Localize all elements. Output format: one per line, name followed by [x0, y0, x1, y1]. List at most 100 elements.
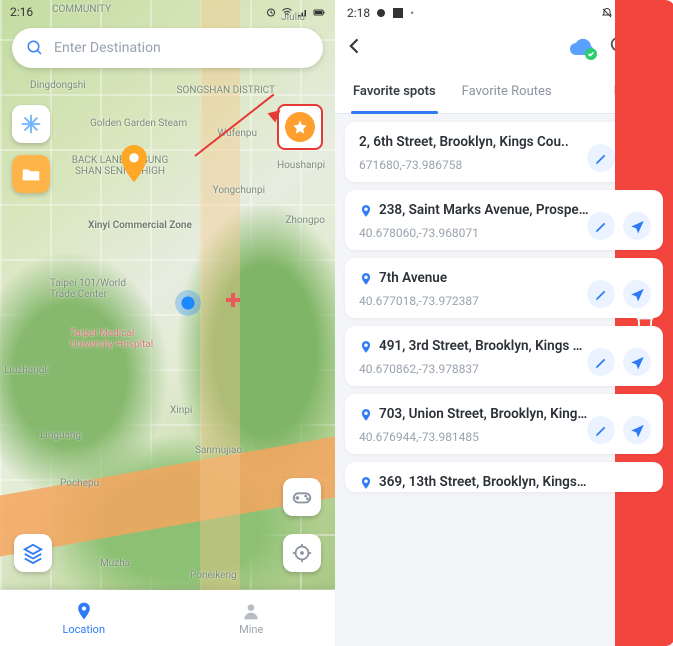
send-button[interactable] [623, 416, 651, 444]
edit-button[interactable] [587, 212, 615, 240]
tab-location[interactable]: Location [0, 590, 168, 646]
search-input[interactable]: Enter Destination [12, 28, 323, 68]
tab-label: Favorite spots [353, 84, 436, 99]
list-item-swiped: 2, 6th Street, Brooklyn, Kings Cou.. 671… [345, 122, 663, 182]
pin-icon [359, 340, 373, 354]
layers-button[interactable] [14, 534, 52, 572]
item-title: 369, 13th Street, Brooklyn, Kings Cou.. [359, 474, 589, 490]
pencil-icon [594, 355, 609, 370]
back-button[interactable] [345, 36, 365, 60]
edit-button[interactable] [587, 348, 615, 376]
current-location-dot [175, 290, 201, 316]
pin-icon [359, 204, 373, 218]
tab-label: Mine [239, 623, 263, 636]
wifi-icon [281, 6, 293, 18]
more-status: • [410, 6, 414, 20]
pencil-icon [594, 219, 609, 234]
favorites-button-highlight [277, 104, 323, 150]
map-label: Taipei 101/World Trade Center [50, 278, 140, 300]
gamepad-icon [291, 486, 313, 508]
folder-icon [20, 163, 42, 185]
map-label: Muzha [100, 558, 130, 569]
folder-button[interactable] [12, 155, 50, 193]
favorites-button[interactable] [285, 112, 315, 142]
map-label: Xinyi Commercial Zone [88, 220, 192, 231]
map-label: Zhongpo [285, 215, 325, 226]
status-time: 2:18 [347, 6, 370, 20]
check-badge [585, 48, 597, 60]
pin-icon [359, 272, 373, 286]
list-item[interactable]: 703, Union Street, Brooklyn, Kings Co.. … [345, 394, 663, 454]
map-label: Linguang [40, 430, 81, 441]
map-label: Taipei Medical University Hospital [70, 328, 170, 350]
status-bar: 2:16 [0, 0, 335, 24]
paper-plane-icon [630, 219, 645, 234]
paper-plane-icon [630, 355, 645, 370]
battery-icon [313, 6, 325, 18]
square-icon [392, 7, 404, 19]
pencil-icon [594, 423, 609, 438]
map-label: SONGSHAN DISTRICT [177, 85, 275, 96]
signal-icon [297, 6, 309, 18]
map-highway [200, 0, 240, 646]
map-screen: COMMUNITY Jiuliu Tanmei Dingdongshi SONG… [0, 0, 335, 646]
edit-button[interactable] [587, 416, 615, 444]
list-item[interactable]: 491, 3rd Street, Brooklyn, Kings Cou.. 4… [345, 326, 663, 386]
status-time: 2:16 [10, 5, 33, 19]
hospital-marker [225, 292, 241, 308]
search-placeholder: Enter Destination [54, 40, 161, 56]
send-button[interactable] [623, 280, 651, 308]
item-title: 2, 6th Street, Brooklyn, Kings Cou.. [359, 134, 589, 150]
edit-button[interactable] [587, 280, 615, 308]
pin-icon [359, 476, 373, 490]
chevron-left-icon [345, 36, 365, 56]
pencil-icon [594, 151, 609, 166]
user-icon [241, 601, 261, 621]
dnd-icon [376, 8, 386, 18]
send-button[interactable] [623, 348, 651, 376]
star-icon [292, 119, 308, 135]
vibrate-icon [601, 7, 613, 19]
tab-favorite-routes[interactable]: Favorite Routes [450, 70, 564, 114]
tab-label: Location [62, 623, 105, 636]
map-label: Liuzhangli [4, 365, 49, 376]
location-icon [74, 601, 94, 621]
tab-label: Favorite Routes [462, 84, 552, 99]
crosshair-icon [291, 542, 313, 564]
edit-button[interactable] [587, 144, 615, 172]
snow-button[interactable] [12, 105, 50, 143]
send-button[interactable] [623, 212, 651, 240]
map-label: Dingdongshi [30, 80, 86, 91]
layers-icon [22, 542, 44, 564]
map-label: Xinpi [170, 405, 192, 416]
paper-plane-icon [630, 287, 645, 302]
cloud-sync-status[interactable] [569, 38, 595, 58]
status-icons [265, 6, 325, 18]
bottom-nav: Location Mine [0, 590, 335, 646]
favorites-list[interactable]: 2, 6th Street, Brooklyn, Kings Cou.. 671… [335, 114, 673, 646]
pencil-icon [594, 287, 609, 302]
item-title: 238, Saint Marks Avenue, Prospect H.. [359, 202, 589, 218]
favorites-screen: 2:18 • Favorit [335, 0, 673, 646]
map-pin[interactable] [120, 145, 148, 181]
item-title: 491, 3rd Street, Brooklyn, Kings Cou.. [359, 338, 589, 354]
tab-mine[interactable]: Mine [168, 590, 336, 646]
locate-button[interactable] [283, 534, 321, 572]
search-icon [26, 39, 44, 57]
tab-favorite-spots[interactable]: Favorite spots [341, 70, 448, 114]
map-label: Pochepu [60, 478, 99, 489]
item-title: 703, Union Street, Brooklyn, Kings Co.. [359, 406, 589, 422]
list-item[interactable]: 369, 13th Street, Brooklyn, Kings Cou.. [345, 462, 663, 492]
list-item[interactable]: 238, Saint Marks Avenue, Prospect H.. 40… [345, 190, 663, 250]
map-label: Golden Garden Steam [90, 118, 187, 129]
game-button[interactable] [283, 478, 321, 516]
map-label: Houshanpi [277, 160, 325, 171]
map-label: Yongchunpi [213, 185, 265, 196]
pin-icon [359, 408, 373, 422]
alarm-icon [265, 6, 277, 18]
list-item[interactable]: 7th Avenue 40.677018,-73.972387 [345, 258, 663, 318]
item-title: 7th Avenue [359, 270, 589, 286]
snowflake-icon [20, 113, 42, 135]
map-label: Sanmujiao [195, 445, 242, 456]
paper-plane-icon [630, 423, 645, 438]
